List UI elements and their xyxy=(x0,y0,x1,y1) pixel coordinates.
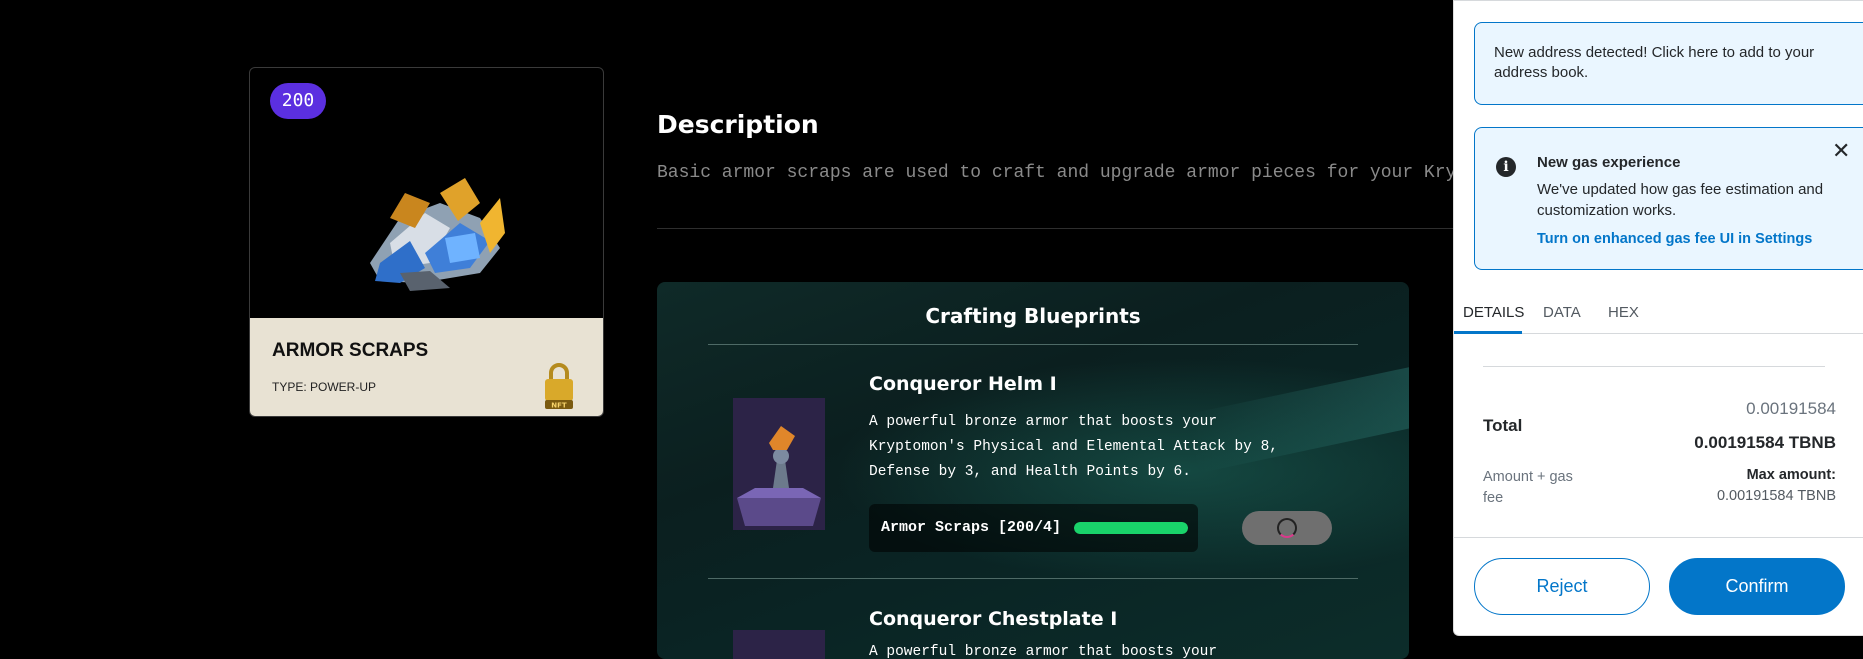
requirement-progress-fill xyxy=(1074,522,1188,534)
wallet-confirmation-popup: New address detected! Click here to add … xyxy=(1453,0,1863,636)
max-amount-value: 0.00191584 TBNB xyxy=(1716,488,1836,504)
max-amount-label: Max amount: xyxy=(1746,467,1836,483)
item-name: ARMOR SCRAPS xyxy=(272,340,429,361)
new-address-alert-text: New address detected! Click here to add … xyxy=(1494,44,1815,81)
item-type: TYPE: POWER-UP xyxy=(272,380,377,394)
enhanced-gas-settings-link[interactable]: Turn on enhanced gas fee UI in Settings xyxy=(1537,231,1812,247)
armor-scraps-image xyxy=(370,178,505,291)
requirement-box: Armor Scraps [200/4] xyxy=(869,504,1198,552)
nft-lock-label: NFT xyxy=(551,402,567,410)
description-divider xyxy=(657,228,1457,229)
popup-top-border xyxy=(1454,0,1863,1)
crafting-blueprints-panel: Crafting Blueprints Conqueror Helm I A p… xyxy=(657,282,1409,659)
description-title: Description xyxy=(657,110,819,139)
active-tab-indicator xyxy=(1454,331,1522,334)
nft-lock-icon: NFT xyxy=(545,363,573,410)
requirement-label: Armor Scraps [200/4] xyxy=(881,519,1062,536)
blueprints-divider xyxy=(708,344,1358,345)
item-card-footer: ARMOR SCRAPS TYPE: POWER-UP NFT xyxy=(250,318,603,416)
close-icon[interactable]: ✕ xyxy=(1832,141,1850,163)
amount-gas-label: Amount + gas fee xyxy=(1483,469,1573,506)
tab-data[interactable]: DATA xyxy=(1543,304,1581,321)
description-text: Basic armor scraps are used to craft and… xyxy=(657,163,1457,183)
info-icon: i xyxy=(1496,157,1516,177)
total-secondary-value: 0.00191584 xyxy=(1746,399,1836,418)
tab-details[interactable]: DETAILS xyxy=(1463,304,1524,321)
blueprints-heading: Crafting Blueprints xyxy=(925,304,1141,328)
gas-experience-alert: i New gas experience We've updated how g… xyxy=(1474,127,1863,270)
blueprint-description: A powerful bronze armor that boosts your xyxy=(869,644,1218,659)
total-label: Total xyxy=(1483,416,1523,435)
conqueror-helm-image xyxy=(733,398,825,530)
blueprint-title: Conqueror Chestplate I xyxy=(869,608,1118,630)
requirement-progress-bar xyxy=(1074,522,1188,534)
blueprints-divider xyxy=(708,578,1358,579)
item-card: 200 ARMOR SCRAPS TYPE: POWER-UP NFT xyxy=(249,67,604,417)
total-primary-value: 0.00191584 TBNB xyxy=(1694,433,1836,452)
divider xyxy=(1483,366,1825,367)
gas-alert-body: We've updated how gas fee estimation and… xyxy=(1537,181,1824,219)
quantity-badge: 200 xyxy=(270,83,326,119)
new-address-alert[interactable]: New address detected! Click here to add … xyxy=(1474,22,1863,105)
tab-bar: DETAILS DATA HEX xyxy=(1454,292,1863,334)
blueprint-title: Conqueror Helm I xyxy=(869,373,1057,395)
footer-divider xyxy=(1454,537,1863,538)
reject-button[interactable]: Reject xyxy=(1474,558,1650,615)
blueprint-description: A powerful bronze armor that boosts your… xyxy=(869,414,1278,480)
tab-hex[interactable]: HEX xyxy=(1608,304,1639,321)
loading-spinner-icon xyxy=(1277,518,1297,538)
craft-button[interactable] xyxy=(1242,511,1332,545)
gas-alert-title: New gas experience xyxy=(1537,154,1681,171)
conqueror-chestplate-image xyxy=(733,630,825,659)
confirm-button[interactable]: Confirm xyxy=(1669,558,1845,615)
